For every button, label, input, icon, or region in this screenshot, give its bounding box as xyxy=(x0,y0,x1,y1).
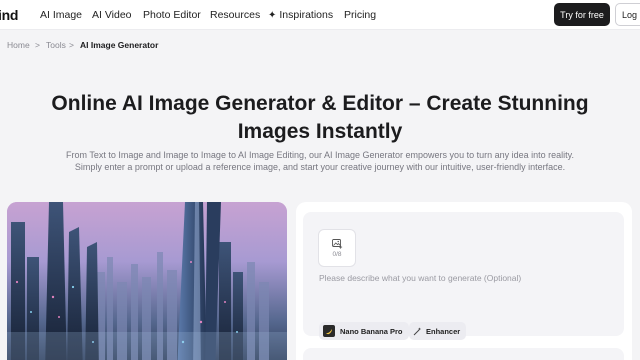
breadcrumb-home[interactable]: Home xyxy=(7,40,30,50)
prompt-area[interactable]: 0/8 Please describe what you want to gen… xyxy=(303,212,624,340)
top-navigation-bar: ind AI Image AI Video Photo Editor Resou… xyxy=(0,0,640,30)
magic-wand-icon xyxy=(413,327,422,336)
nav-inspirations-label: Inspirations xyxy=(279,9,334,21)
login-button[interactable]: Log i xyxy=(615,3,640,26)
nav-ai-image[interactable]: AI Image xyxy=(40,9,82,21)
futuristic-city-illustration xyxy=(7,202,287,360)
model-label: Nano Banana Pro xyxy=(340,326,403,336)
breadcrumb-separator: > xyxy=(69,40,74,50)
prompt-input[interactable]: Please describe what you want to generat… xyxy=(319,273,521,283)
page-description: From Text to Image and Image to Image to… xyxy=(66,150,574,172)
nav-ai-video[interactable]: AI Video xyxy=(92,9,132,21)
nav-photo-editor[interactable]: Photo Editor xyxy=(143,9,201,21)
image-plus-icon xyxy=(331,238,342,249)
breadcrumb-separator: > xyxy=(35,40,40,50)
model-selector[interactable]: Nano Banana Pro xyxy=(319,322,409,340)
breadcrumb-current: AI Image Generator xyxy=(80,40,159,50)
example-city-image xyxy=(7,202,287,360)
settings-area[interactable] xyxy=(303,348,624,360)
upload-count: 0/8 xyxy=(332,250,342,258)
banana-logo-icon xyxy=(323,325,335,337)
enhancer-label: Enhancer xyxy=(426,326,461,336)
nav-inspirations[interactable]: ✦ Inspirations xyxy=(268,9,333,21)
try-for-free-button[interactable]: Try for free xyxy=(554,3,610,26)
nav-resources[interactable]: Resources xyxy=(210,9,260,21)
nav-pricing[interactable]: Pricing xyxy=(344,9,376,21)
enhancer-toggle[interactable]: Enhancer xyxy=(409,322,467,340)
sparkle-icon: ✦ xyxy=(268,10,277,21)
breadcrumb-tools[interactable]: Tools xyxy=(46,40,66,50)
upload-image-button[interactable]: 0/8 xyxy=(318,229,356,267)
generator-panel: 0/8 Please describe what you want to gen… xyxy=(296,202,632,360)
page-title: Online AI Image Generator & Editor – Cre… xyxy=(51,92,589,143)
site-logo[interactable]: ind xyxy=(0,7,18,23)
